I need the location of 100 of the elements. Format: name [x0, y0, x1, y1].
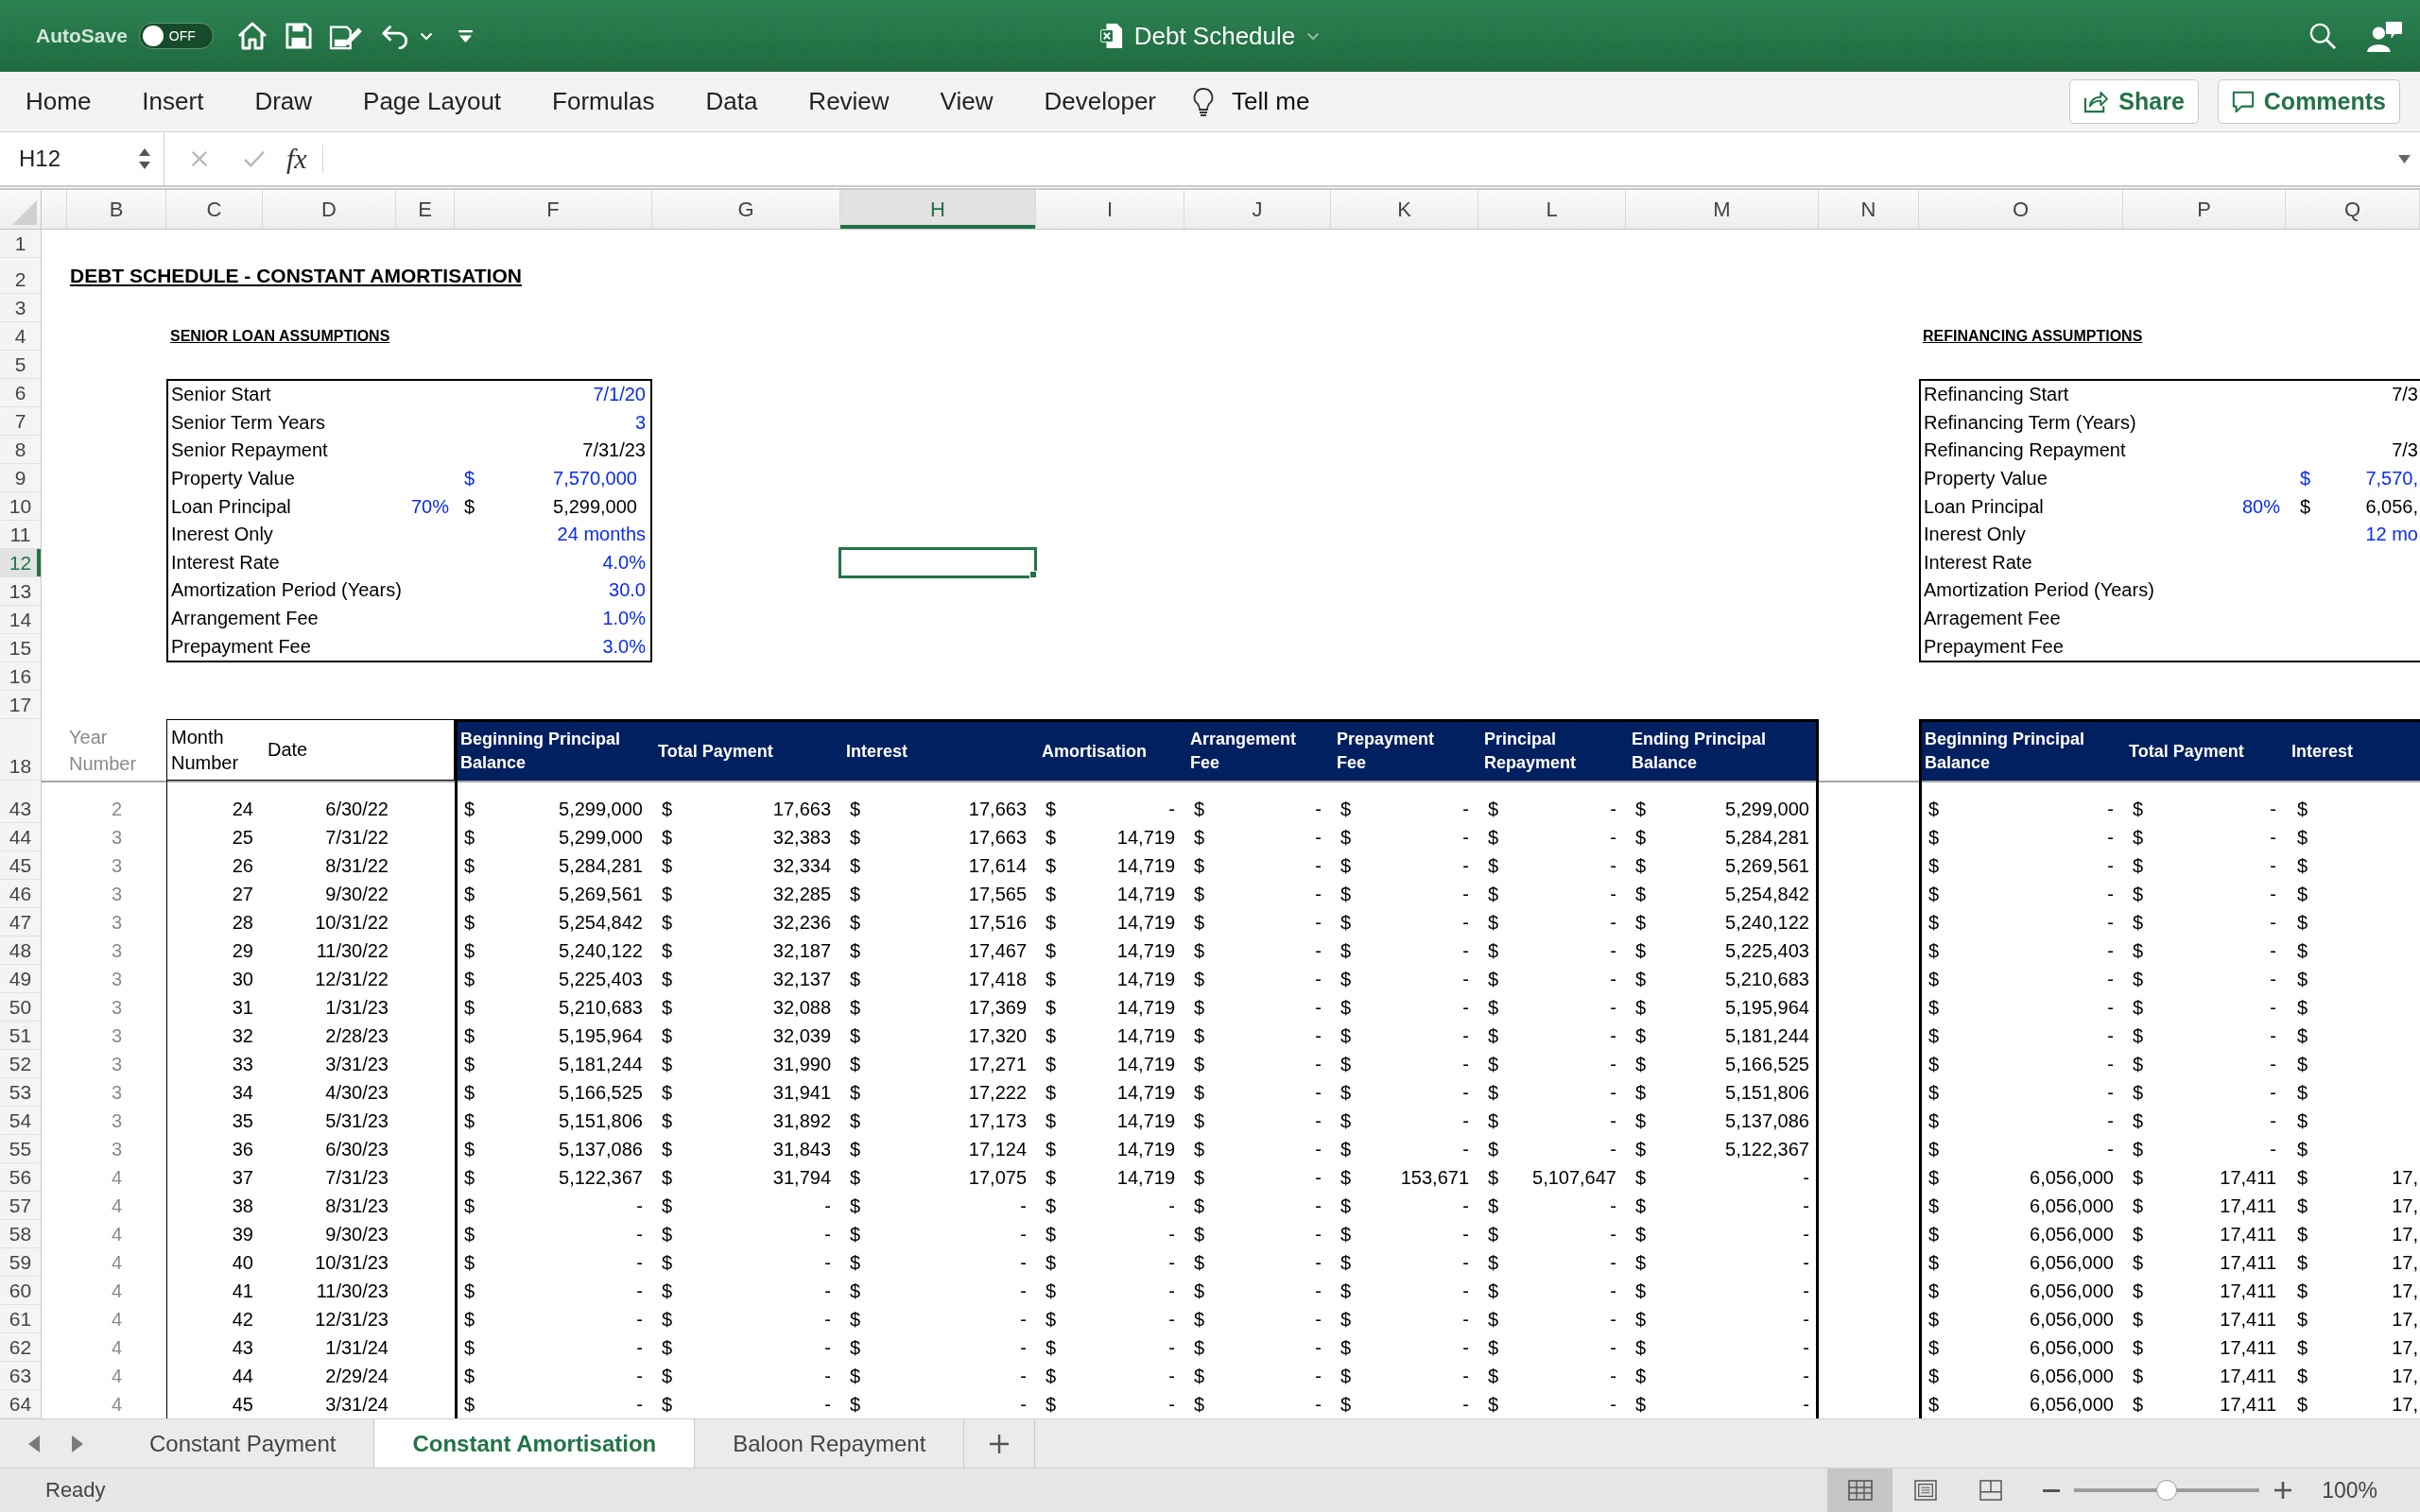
column-header[interactable]: C: [166, 190, 263, 229]
table-cell-text: $ 14,719: [1045, 1137, 1176, 1161]
row-number[interactable]: 7: [0, 407, 41, 436]
assumption-label: Prepayment Fee: [1923, 635, 2064, 658]
ribbon-tab[interactable]: Draw: [229, 72, 338, 131]
tell-me-button[interactable]: Tell me: [1193, 72, 1310, 131]
row-number[interactable]: 59: [0, 1248, 41, 1277]
insert-function-button[interactable]: fx: [286, 143, 307, 175]
ribbon-tab[interactable]: Data: [680, 72, 784, 131]
row-number[interactable]: 54: [0, 1107, 41, 1135]
column-header[interactable]: J: [1184, 190, 1331, 229]
row-number[interactable]: 63: [0, 1362, 41, 1390]
row-number[interactable]: 1: [0, 230, 41, 258]
row-number[interactable]: 48: [0, 936, 41, 965]
column-header[interactable]: Q: [2286, 190, 2420, 229]
table-cell-text: 3: [110, 938, 124, 963]
row-number[interactable]: 12: [0, 549, 41, 577]
sheet-tab[interactable]: Constant Amortisation: [373, 1419, 696, 1468]
save-icon[interactable]: [285, 23, 312, 49]
ribbon-tab[interactable]: Formulas: [527, 72, 681, 131]
row-number[interactable]: 2: [0, 258, 41, 294]
row-number[interactable]: 53: [0, 1078, 41, 1107]
row-number[interactable]: 51: [0, 1022, 41, 1050]
table-cell-text: $ -: [1487, 797, 1617, 821]
ribbon-tab[interactable]: View: [914, 72, 1019, 131]
ribbon-tab[interactable]: Home: [0, 72, 117, 131]
minus-icon[interactable]: [2043, 1488, 2061, 1492]
search-icon[interactable]: [2308, 22, 2337, 50]
column-header[interactable]: K: [1331, 190, 1478, 229]
row-number[interactable]: 14: [0, 606, 41, 634]
zoom-percentage[interactable]: 100%: [2322, 1477, 2377, 1503]
ribbon-tab[interactable]: Developer: [1018, 72, 1182, 131]
plus-icon[interactable]: [2274, 1482, 2292, 1499]
table-cell-text: $ -: [1340, 1137, 1470, 1161]
row-number[interactable]: 18: [0, 719, 41, 781]
table-cell-text: $ 17,: [2296, 1335, 2419, 1360]
column-header[interactable]: O: [1919, 190, 2123, 229]
row-number[interactable]: 43: [0, 795, 41, 823]
row-number[interactable]: 10: [0, 492, 41, 521]
row-number[interactable]: 13: [0, 577, 41, 606]
assumption-label: Arragement Fee: [1923, 608, 2061, 630]
row-number[interactable]: 60: [0, 1277, 41, 1305]
row-number[interactable]: 58: [0, 1220, 41, 1248]
column-header[interactable]: F: [455, 190, 652, 229]
row-number[interactable]: 45: [0, 851, 41, 880]
assumption-label: Property Value: [1923, 468, 2048, 490]
column-header[interactable]: M: [1626, 190, 1819, 229]
home-icon[interactable]: [235, 21, 268, 51]
row-number[interactable]: 56: [0, 1163, 41, 1192]
row-number[interactable]: 57: [0, 1192, 41, 1220]
name-box[interactable]: H12: [0, 132, 164, 185]
table-cell-text: $ 14,719: [1045, 853, 1176, 878]
row-number[interactable]: 4: [0, 322, 41, 351]
person-comment-icon[interactable]: [2367, 20, 2403, 52]
triangle-right-icon[interactable]: [72, 1435, 83, 1452]
ribbon-tab[interactable]: Review: [783, 72, 915, 131]
row-number[interactable]: 61: [0, 1305, 41, 1333]
row-number[interactable]: 46: [0, 880, 41, 908]
column-header[interactable]: P: [2123, 190, 2286, 229]
row-number[interactable]: 49: [0, 965, 41, 993]
caret-icon[interactable]: [2397, 153, 2411, 164]
row-number[interactable]: 3: [0, 294, 41, 322]
check-icon[interactable]: [243, 149, 266, 168]
normal-view-button[interactable]: [1827, 1469, 1893, 1512]
row-number[interactable]: 15: [0, 634, 41, 662]
row-number[interactable]: 8: [0, 436, 41, 464]
comments-button[interactable]: Comments: [2217, 79, 2400, 124]
column-header[interactable]: E: [396, 190, 455, 229]
row-number[interactable]: 5: [0, 351, 41, 379]
row-number[interactable]: 47: [0, 908, 41, 936]
autosave-toggle[interactable]: OFF: [138, 23, 214, 49]
column-header[interactable]: L: [1478, 190, 1626, 229]
row-number[interactable]: 16: [0, 662, 41, 691]
assumption-label: Loan Principal: [1923, 495, 2044, 518]
table-cell-text: $ -: [463, 1279, 644, 1303]
column-header[interactable]: D: [263, 190, 396, 229]
table-cell-text: $ -: [463, 1392, 644, 1417]
row-number[interactable]: 17: [0, 691, 41, 719]
column-header[interactable]: B: [67, 190, 166, 229]
slider-thumb[interactable]: [2156, 1480, 2178, 1501]
dropdown-icon[interactable]: [458, 29, 473, 43]
plus-icon[interactable]: [990, 1434, 1010, 1453]
column-header[interactable]: N: [1819, 190, 1919, 229]
row-number[interactable]: 9: [0, 464, 41, 492]
row-number[interactable]: 50: [0, 993, 41, 1022]
spinner-arrows-icon[interactable]: [138, 146, 151, 171]
fill-handle[interactable]: [1029, 571, 1037, 578]
row-number[interactable]: 62: [0, 1333, 41, 1362]
share-button[interactable]: Share: [2069, 79, 2199, 124]
triangle-left-icon[interactable]: [28, 1435, 40, 1452]
row-number[interactable]: 6: [0, 379, 41, 407]
ribbon-tab[interactable]: Page Layout: [337, 72, 527, 131]
ribbon-tab[interactable]: Insert: [116, 72, 230, 131]
selected-cell[interactable]: [838, 547, 1037, 578]
column-header[interactable]: H: [840, 190, 1036, 229]
row-number[interactable]: 52: [0, 1050, 41, 1078]
column-header[interactable]: I: [1036, 190, 1184, 229]
row-number[interactable]: 44: [0, 823, 41, 851]
caret-icon[interactable]: [1306, 31, 1321, 41]
row-number[interactable]: 55: [0, 1135, 41, 1163]
